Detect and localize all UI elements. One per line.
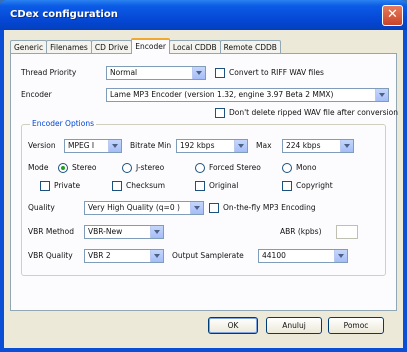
vbr-method-select[interactable]: VBR-New: [84, 225, 164, 239]
tab-remote-cddb[interactable]: Remote CDDB: [219, 40, 281, 54]
vbr-quality-label: VBR Quality: [28, 251, 73, 260]
original-checkbox[interactable]: [195, 181, 205, 191]
window-title: CDex configuration: [10, 9, 118, 20]
quality-select[interactable]: Very High Quality (q=0 ): [84, 201, 204, 215]
encoder-value: Lame MP3 Encoder (version 1.32, engine 3…: [110, 90, 334, 99]
close-icon: ✕: [387, 7, 398, 22]
mode-stereo-radio[interactable]: [58, 163, 68, 173]
mode-mono-label: Mono: [296, 163, 317, 172]
dialog-client-area: Generic Filenames CD Drive Encoder Local…: [4, 30, 403, 348]
onthefly-label: On-the-fly MP3 Encoding: [223, 203, 316, 212]
chevron-down-icon[interactable]: [334, 250, 347, 262]
vbr-method-label: VBR Method: [28, 227, 74, 236]
bitrate-max-value: 224 kbps: [286, 141, 321, 150]
chevron-down-icon[interactable]: [150, 226, 163, 238]
chevron-down-icon[interactable]: [150, 250, 163, 262]
encoder-label: Encoder: [21, 90, 52, 99]
vbr-method-value: VBR-New: [88, 227, 123, 236]
close-button[interactable]: ✕: [382, 5, 403, 26]
chevron-down-icon[interactable]: [340, 140, 353, 152]
tab-encoder[interactable]: Encoder: [131, 38, 170, 54]
convert-riff-checkbox[interactable]: [215, 68, 225, 78]
chevron-down-icon[interactable]: [375, 89, 388, 101]
bitrate-max-select[interactable]: 224 kbps: [282, 139, 354, 153]
encoder-select[interactable]: Lame MP3 Encoder (version 1.32, engine 3…: [106, 88, 389, 102]
chevron-down-icon[interactable]: [234, 140, 247, 152]
dont-delete-wav-checkbox[interactable]: [215, 108, 225, 118]
private-checkbox[interactable]: [40, 181, 50, 191]
tab-generic[interactable]: Generic: [10, 40, 48, 54]
bitrate-max-label: Max: [256, 141, 272, 150]
vbr-quality-value: VBR 2: [88, 251, 111, 260]
dialog-window: CDex configuration ✕ Generic Filenames C…: [0, 0, 407, 352]
quality-label: Quality: [28, 203, 55, 212]
thread-priority-value: Normal: [110, 68, 138, 77]
version-value: MPEG I: [68, 141, 95, 150]
onthefly-checkbox[interactable]: [209, 203, 219, 213]
private-label: Private: [54, 181, 81, 190]
tab-strip: Generic Filenames CD Drive Encoder Local…: [10, 38, 281, 54]
mode-stereo-label: Stereo: [72, 163, 97, 172]
dont-delete-wav-label: Don't delete ripped WAV file after conve…: [229, 108, 399, 117]
mode-label: Mode: [28, 163, 49, 172]
original-label: Original: [209, 181, 239, 190]
mode-forced-stereo-label: Forced Stereo: [209, 163, 261, 172]
copyright-label: Copyright: [296, 181, 333, 190]
quality-value: Very High Quality (q=0 ): [88, 203, 180, 212]
convert-riff-label: Convert to RIFF WAV files: [229, 68, 324, 77]
version-select[interactable]: MPEG I: [64, 139, 122, 153]
chevron-down-icon[interactable]: [192, 67, 205, 79]
copyright-checkbox[interactable]: [282, 181, 292, 191]
checksum-label: Checksum: [126, 181, 166, 190]
mode-jstereo-radio[interactable]: [122, 163, 132, 173]
title-bar[interactable]: CDex configuration ✕: [0, 0, 407, 30]
encoder-options-title: Encoder Options: [30, 119, 96, 129]
output-samplerate-value: 44100: [262, 251, 286, 260]
mode-jstereo-label: J-stereo: [136, 163, 165, 172]
cancel-button[interactable]: Anuluj: [266, 317, 322, 334]
tab-local-cddb[interactable]: Local CDDB: [168, 40, 221, 54]
abr-label: ABR (kpbs): [280, 227, 322, 236]
version-label: Version: [28, 141, 56, 150]
help-button[interactable]: Pomoc: [328, 317, 384, 334]
ok-button[interactable]: OK: [208, 317, 258, 334]
checksum-checkbox[interactable]: [112, 181, 122, 191]
chevron-down-icon[interactable]: [190, 202, 203, 214]
output-samplerate-select[interactable]: 44100: [258, 249, 348, 263]
tab-cd-drive[interactable]: CD Drive: [90, 40, 133, 54]
bitrate-min-label: Bitrate Min: [130, 141, 172, 150]
thread-priority-label: Thread Priority: [21, 68, 77, 77]
bitrate-min-value: 192 kbps: [180, 141, 215, 150]
mode-mono-radio[interactable]: [282, 163, 292, 173]
chevron-down-icon[interactable]: [108, 140, 121, 152]
encoder-tab-panel: Thread Priority Normal Convert to RIFF W…: [10, 53, 399, 311]
mode-forced-stereo-radio[interactable]: [195, 163, 205, 173]
abr-input[interactable]: [336, 225, 358, 239]
encoder-options-group: Encoder Options Version MPEG I Bitrate M…: [21, 119, 386, 276]
vbr-quality-select[interactable]: VBR 2: [84, 249, 164, 263]
tab-filenames[interactable]: Filenames: [46, 40, 92, 54]
bitrate-min-select[interactable]: 192 kbps: [176, 139, 248, 153]
output-samplerate-label: Output Samplerate: [172, 251, 244, 260]
thread-priority-select[interactable]: Normal: [106, 66, 206, 80]
